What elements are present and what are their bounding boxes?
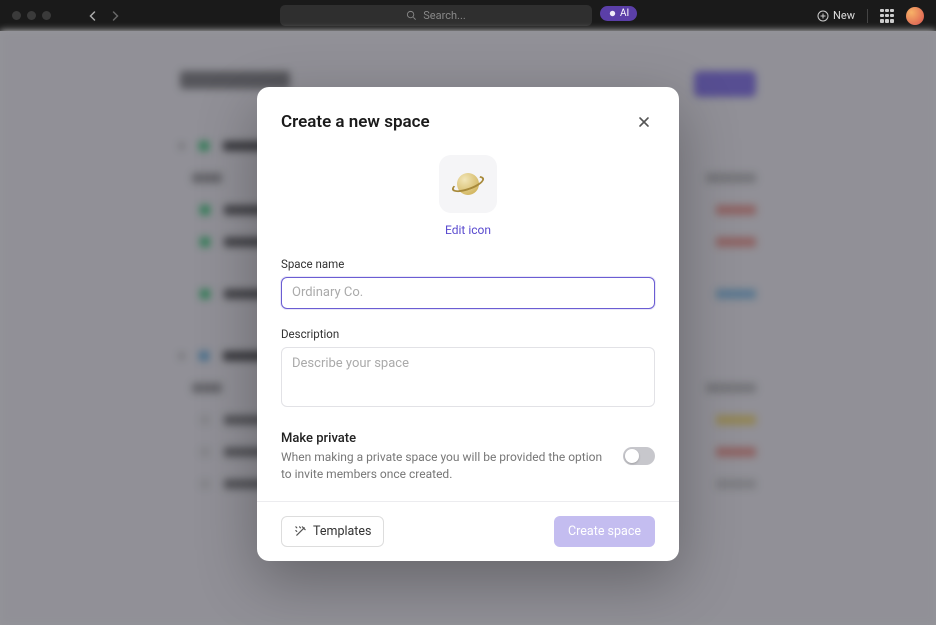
toggle-knob: [625, 449, 639, 463]
space-name-input[interactable]: [281, 277, 655, 309]
new-label: New: [833, 9, 855, 22]
window-controls: [12, 11, 51, 20]
plus-circle-icon: [817, 10, 829, 22]
modal-title: Create a new space: [281, 112, 430, 132]
divider: [867, 9, 868, 23]
create-space-button[interactable]: Create space: [554, 516, 655, 547]
modal-overlay[interactable]: Create a new space Edit icon Space name: [0, 31, 936, 625]
search-icon: [406, 10, 417, 21]
description-input[interactable]: [281, 347, 655, 407]
nav-arrows: [87, 10, 121, 22]
search-input[interactable]: Search...: [280, 5, 592, 26]
wand-icon: [294, 525, 307, 538]
planet-icon: [451, 167, 485, 201]
ai-sparkle-icon: [608, 9, 617, 18]
create-space-modal: Create a new space Edit icon Space name: [257, 87, 679, 562]
close-button[interactable]: [633, 111, 655, 133]
icon-section: Edit icon: [281, 155, 655, 237]
new-button[interactable]: New: [817, 9, 855, 22]
modal-footer: Templates Create space: [257, 501, 679, 561]
traffic-close[interactable]: [12, 11, 21, 20]
private-title: Make private: [281, 431, 603, 446]
edit-icon-link[interactable]: Edit icon: [445, 223, 491, 237]
traffic-max[interactable]: [42, 11, 51, 20]
traffic-min[interactable]: [27, 11, 36, 20]
avatar[interactable]: [906, 7, 924, 25]
apps-grid-icon[interactable]: [880, 9, 894, 23]
templates-label: Templates: [313, 524, 371, 539]
description-label: Description: [281, 327, 655, 341]
space-name-label: Space name: [281, 257, 655, 271]
close-icon: [637, 115, 651, 129]
app-topbar: Search... AI New: [0, 0, 936, 31]
space-icon-tile[interactable]: [439, 155, 497, 213]
ai-button[interactable]: AI: [600, 6, 637, 21]
private-desc: When making a private space you will be …: [281, 449, 603, 484]
private-toggle[interactable]: [623, 447, 655, 465]
templates-button[interactable]: Templates: [281, 516, 384, 547]
nav-forward-icon[interactable]: [109, 10, 121, 22]
topbar-right: New: [817, 0, 924, 31]
private-row: Make private When making a private space…: [281, 431, 655, 484]
search-placeholder: Search...: [423, 9, 466, 22]
ai-label: AI: [620, 8, 629, 19]
nav-back-icon[interactable]: [87, 10, 99, 22]
